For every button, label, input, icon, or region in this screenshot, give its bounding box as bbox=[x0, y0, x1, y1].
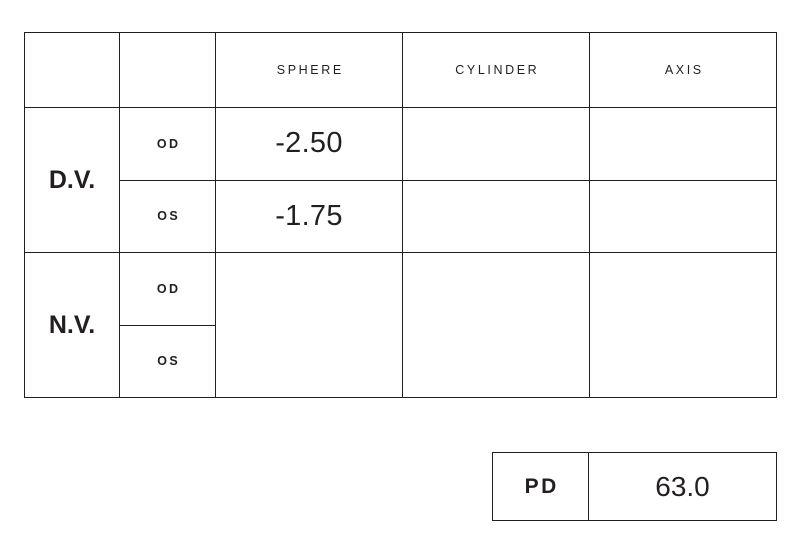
eye-label-dv-os: OS bbox=[157, 209, 181, 223]
header-cell-axis: AXIS bbox=[589, 32, 777, 108]
cell-dv-os-sphere[interactable]: -1.75 bbox=[215, 179, 403, 253]
header-cell-sphere: SPHERE bbox=[215, 32, 403, 108]
cell-nv-axis[interactable] bbox=[589, 252, 777, 398]
table-row-dv-od: D.V. OD -2.50 bbox=[24, 107, 777, 253]
eye-label-cell-dv-od: OD bbox=[119, 107, 216, 181]
header-eye-blank bbox=[119, 32, 216, 108]
eye-label-cell-nv-os: OS bbox=[119, 324, 216, 398]
table-row-nv-od: N.V. OD bbox=[24, 252, 777, 398]
section-label-nv: N.V. bbox=[48, 310, 96, 339]
table-row-dv-os: OS -1.75 bbox=[25, 179, 777, 253]
pd-table: PD 63.0 bbox=[492, 452, 777, 521]
eye-label-nv-os: OS bbox=[157, 354, 181, 368]
section-label-cell-dv: D.V. bbox=[24, 107, 120, 253]
cell-dv-od-sphere[interactable]: -2.50 bbox=[215, 107, 403, 181]
header-label-cylinder: CYLINDER bbox=[455, 62, 540, 77]
header-label-axis: AXIS bbox=[664, 62, 704, 77]
value-dv-os-sphere: -1.75 bbox=[275, 199, 343, 232]
pd-row: PD 63.0 bbox=[492, 452, 777, 521]
pd-value-cell[interactable]: 63.0 bbox=[588, 452, 777, 521]
cell-nv-cylinder[interactable] bbox=[402, 252, 590, 398]
pd-label: PD bbox=[524, 475, 559, 498]
eye-label-dv-od: OD bbox=[156, 136, 181, 151]
eye-label-nv-od: OD bbox=[156, 281, 181, 296]
section-label-cell-nv: N.V. bbox=[24, 252, 120, 398]
pd-value: 63.0 bbox=[655, 470, 710, 502]
header-corner-blank bbox=[24, 32, 120, 108]
section-label-dv: D.V. bbox=[48, 165, 96, 194]
cell-nv-sphere[interactable] bbox=[215, 252, 403, 398]
value-dv-od-sphere: -2.50 bbox=[275, 127, 343, 160]
cell-dv-os-cylinder[interactable] bbox=[402, 179, 590, 253]
header-cell-cylinder: CYLINDER bbox=[402, 32, 590, 108]
table-header-row: SPHERE CYLINDER AXIS bbox=[24, 32, 777, 108]
prescription-table: SPHERE CYLINDER AXIS D.V. OD -2.50 OS -1… bbox=[24, 32, 777, 398]
cell-dv-od-cylinder[interactable] bbox=[402, 107, 590, 181]
eye-label-cell-nv-od: OD bbox=[119, 252, 216, 326]
cell-dv-od-axis[interactable] bbox=[589, 107, 777, 181]
cell-dv-os-axis[interactable] bbox=[589, 179, 777, 253]
header-label-sphere: SPHERE bbox=[276, 62, 344, 77]
pd-label-cell: PD bbox=[492, 452, 589, 521]
eye-label-cell-dv-os: OS bbox=[119, 179, 216, 253]
